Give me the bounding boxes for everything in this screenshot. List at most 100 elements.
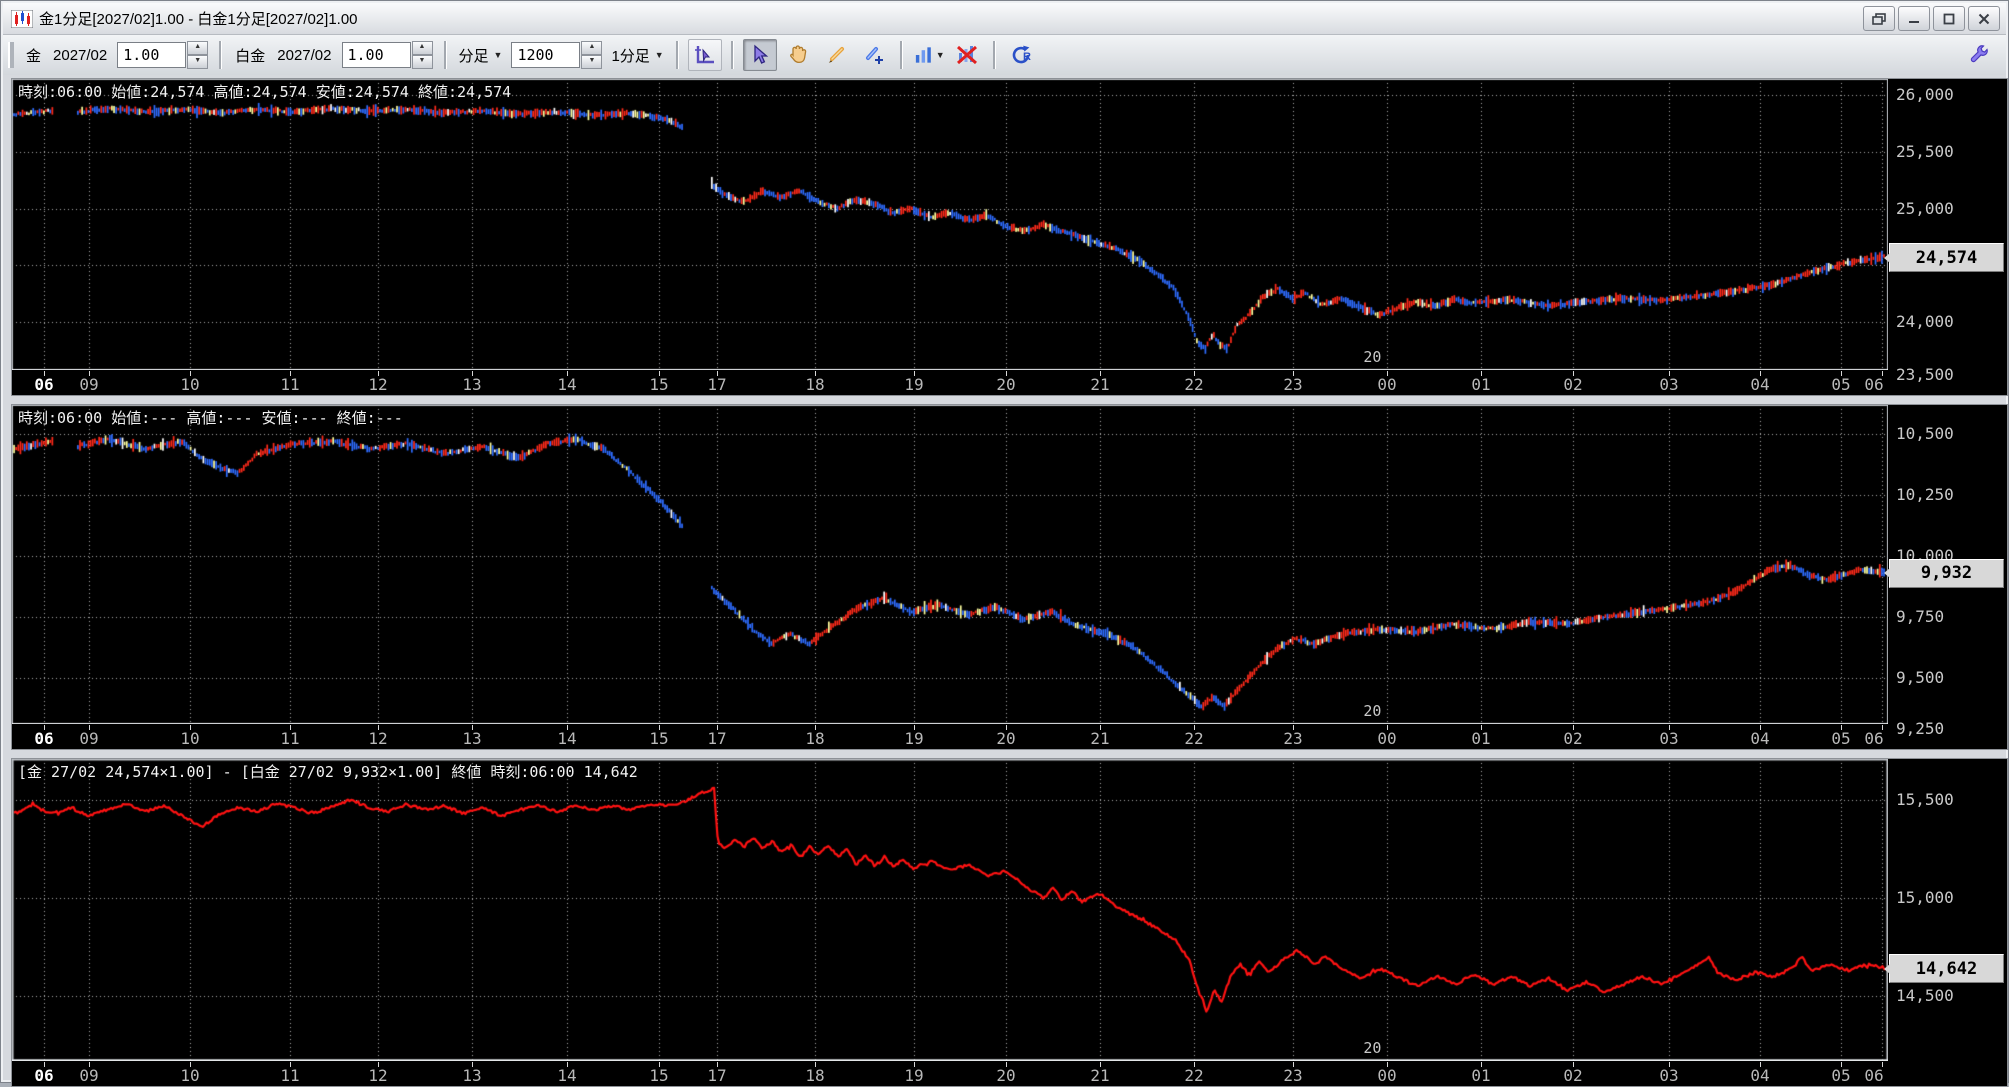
x-axis-label: 15 bbox=[649, 375, 668, 394]
hand-icon bbox=[786, 43, 810, 67]
platinum-chart-canvas[interactable] bbox=[12, 405, 1888, 724]
toolbar-separator bbox=[900, 41, 903, 69]
x-axis-label: 22 bbox=[1184, 729, 1203, 748]
x-axis-label: 03 bbox=[1659, 1066, 1678, 1085]
gold-info-line: 時刻:06:00 始値:24,574 高値:24,574 安値:24,574 終… bbox=[18, 81, 511, 102]
gold-time-axis[interactable]: 0609101112131415171819202122230001020304… bbox=[12, 370, 1888, 395]
app-window: 金1分足[2027/02]1.00 - 白金1分足[2027/02]1.00 金… bbox=[0, 0, 2009, 1083]
x-axis-label: 06 bbox=[34, 729, 53, 748]
gold-plot-area[interactable]: 20 bbox=[12, 79, 1888, 370]
x-axis-label: 04 bbox=[1750, 375, 1769, 394]
chart-style-dropdown-button[interactable]: ▼ bbox=[912, 39, 946, 71]
gold-multiplier-input[interactable]: 1.00 bbox=[117, 42, 186, 68]
x-axis-label: 22 bbox=[1184, 375, 1203, 394]
x-axis-label: 06 bbox=[1864, 729, 1883, 748]
platinum-time-axis[interactable]: 0609101112131415171819202122230001020304… bbox=[12, 724, 1888, 749]
x-axis-label: 03 bbox=[1659, 375, 1678, 394]
minimize-button[interactable] bbox=[1898, 6, 1930, 31]
maximize-button[interactable] bbox=[1933, 6, 1965, 31]
cursor-icon bbox=[749, 44, 771, 66]
x-axis-label: 05 bbox=[1831, 375, 1850, 394]
y-axis-label: 24,000 bbox=[1896, 312, 1954, 331]
axes-cursor-tool-button[interactable] bbox=[688, 39, 722, 71]
interval-dropdown[interactable]: 1分足 ▼ bbox=[611, 45, 663, 66]
axes-cursor-icon bbox=[693, 43, 717, 67]
pan-tool-button[interactable] bbox=[781, 39, 815, 71]
platinum-multiplier-down-button[interactable]: ▼ bbox=[412, 55, 433, 69]
settings-wrench-button[interactable] bbox=[1962, 39, 1996, 71]
x-axis-label: 14 bbox=[557, 1066, 576, 1085]
x-axis-label: 21 bbox=[1090, 1066, 1109, 1085]
platinum-plot-area[interactable]: 20 bbox=[12, 405, 1888, 724]
x-axis-label: 13 bbox=[462, 375, 481, 394]
platinum-last-price-box: 9,932 bbox=[1889, 559, 2004, 588]
bar-count-down-button[interactable]: ▼ bbox=[581, 55, 602, 69]
x-axis-label: 20 bbox=[996, 729, 1015, 748]
y-axis-label: 9,750 bbox=[1896, 607, 1944, 626]
chevron-down-icon: ▼ bbox=[494, 50, 503, 60]
bar-count-input[interactable]: 1200 bbox=[511, 42, 580, 68]
x-axis-label: 23 bbox=[1283, 729, 1302, 748]
x-axis-label: 17 bbox=[707, 1066, 726, 1085]
float-window-button[interactable] bbox=[1863, 6, 1895, 31]
spread-chart-canvas[interactable] bbox=[12, 759, 1888, 1061]
x-axis-label: 11 bbox=[280, 1066, 299, 1085]
bar-type-label: 分足 bbox=[459, 45, 489, 66]
gold-chart-canvas[interactable] bbox=[12, 79, 1888, 370]
spread-panel: [金 27/02 24,574×1.00] - [白金 27/02 9,932×… bbox=[11, 758, 2008, 1087]
gold-symbol-label: 金 bbox=[26, 45, 41, 66]
x-axis-label: 22 bbox=[1184, 1066, 1203, 1085]
date-label: 20 bbox=[1363, 348, 1381, 366]
toolbar-separator bbox=[676, 41, 679, 69]
gold-price-axis[interactable]: 24,574 26,00025,50025,00024,00023,500 bbox=[1888, 79, 2007, 395]
x-axis-label: 06 bbox=[1864, 375, 1883, 394]
reload-button[interactable]: R bbox=[1005, 39, 1039, 71]
toolbar: 金 2027/02 1.00 ▲ ▼ 白金 2027/02 1.00 ▲ ▼ 分… bbox=[3, 35, 2006, 76]
x-axis-label: 17 bbox=[707, 729, 726, 748]
marker-crosshair-icon bbox=[862, 43, 886, 67]
x-axis-label: 18 bbox=[805, 1066, 824, 1085]
x-axis-label: 20 bbox=[996, 1066, 1015, 1085]
clear-chart-button[interactable] bbox=[950, 39, 984, 71]
gold-contract-month: 2027/02 bbox=[53, 47, 107, 64]
reload-icon: R bbox=[1010, 43, 1034, 67]
x-axis-label: 12 bbox=[368, 729, 387, 748]
gold-multiplier-up-button[interactable]: ▲ bbox=[187, 41, 208, 55]
spread-plot-area[interactable]: 20 bbox=[12, 759, 1888, 1061]
x-axis-label: 12 bbox=[368, 1066, 387, 1085]
x-axis-label: 18 bbox=[805, 375, 824, 394]
close-button[interactable] bbox=[1968, 6, 2000, 31]
x-axis-label: 04 bbox=[1750, 729, 1769, 748]
toolbar-separator bbox=[731, 41, 734, 69]
bar-count-up-button[interactable]: ▲ bbox=[581, 41, 602, 55]
platinum-multiplier-spinner: 1.00 ▲ ▼ bbox=[342, 41, 433, 69]
x-axis-label: 01 bbox=[1471, 1066, 1490, 1085]
title-bar[interactable]: 金1分足[2027/02]1.00 - 白金1分足[2027/02]1.00 bbox=[3, 3, 2006, 35]
gold-multiplier-down-button[interactable]: ▼ bbox=[187, 55, 208, 69]
bar-type-dropdown[interactable]: 分足 ▼ bbox=[459, 45, 503, 66]
marker-tool-button[interactable] bbox=[857, 39, 891, 71]
spread-time-axis[interactable]: 0609101112131415171819202122230001020304… bbox=[12, 1061, 1888, 1086]
toolbar-grip[interactable] bbox=[8, 42, 14, 68]
toolbar-separator bbox=[993, 41, 996, 69]
date-label: 20 bbox=[1363, 1039, 1381, 1057]
y-axis-label: 25,500 bbox=[1896, 142, 1954, 161]
x-axis-label: 00 bbox=[1377, 375, 1396, 394]
x-axis-label: 09 bbox=[79, 375, 98, 394]
spread-price-axis[interactable]: 14,642 15,50015,00014,500 bbox=[1888, 759, 2007, 1086]
x-axis-label: 14 bbox=[557, 375, 576, 394]
platinum-multiplier-up-button[interactable]: ▲ bbox=[412, 41, 433, 55]
platinum-multiplier-input[interactable]: 1.00 bbox=[342, 42, 411, 68]
x-axis-label: 11 bbox=[280, 375, 299, 394]
select-cursor-tool-button[interactable] bbox=[743, 39, 777, 71]
pencil-tool-button[interactable] bbox=[819, 39, 853, 71]
gold-panel: 時刻:06:00 始値:24,574 高値:24,574 安値:24,574 終… bbox=[11, 78, 2008, 396]
y-axis-label: 9,250 bbox=[1896, 719, 1944, 738]
x-axis-label: 02 bbox=[1563, 729, 1582, 748]
platinum-info-line: 時刻:06:00 始値:--- 高値:--- 安値:--- 終値:--- bbox=[18, 407, 403, 428]
x-axis-label: 19 bbox=[904, 1066, 923, 1085]
x-axis-label: 19 bbox=[904, 729, 923, 748]
toolbar-separator bbox=[219, 41, 222, 69]
platinum-symbol-label: 白金 bbox=[235, 45, 265, 66]
platinum-price-axis[interactable]: 9,932 10,50010,25010,0009,7509,5009,250 bbox=[1888, 405, 2007, 749]
